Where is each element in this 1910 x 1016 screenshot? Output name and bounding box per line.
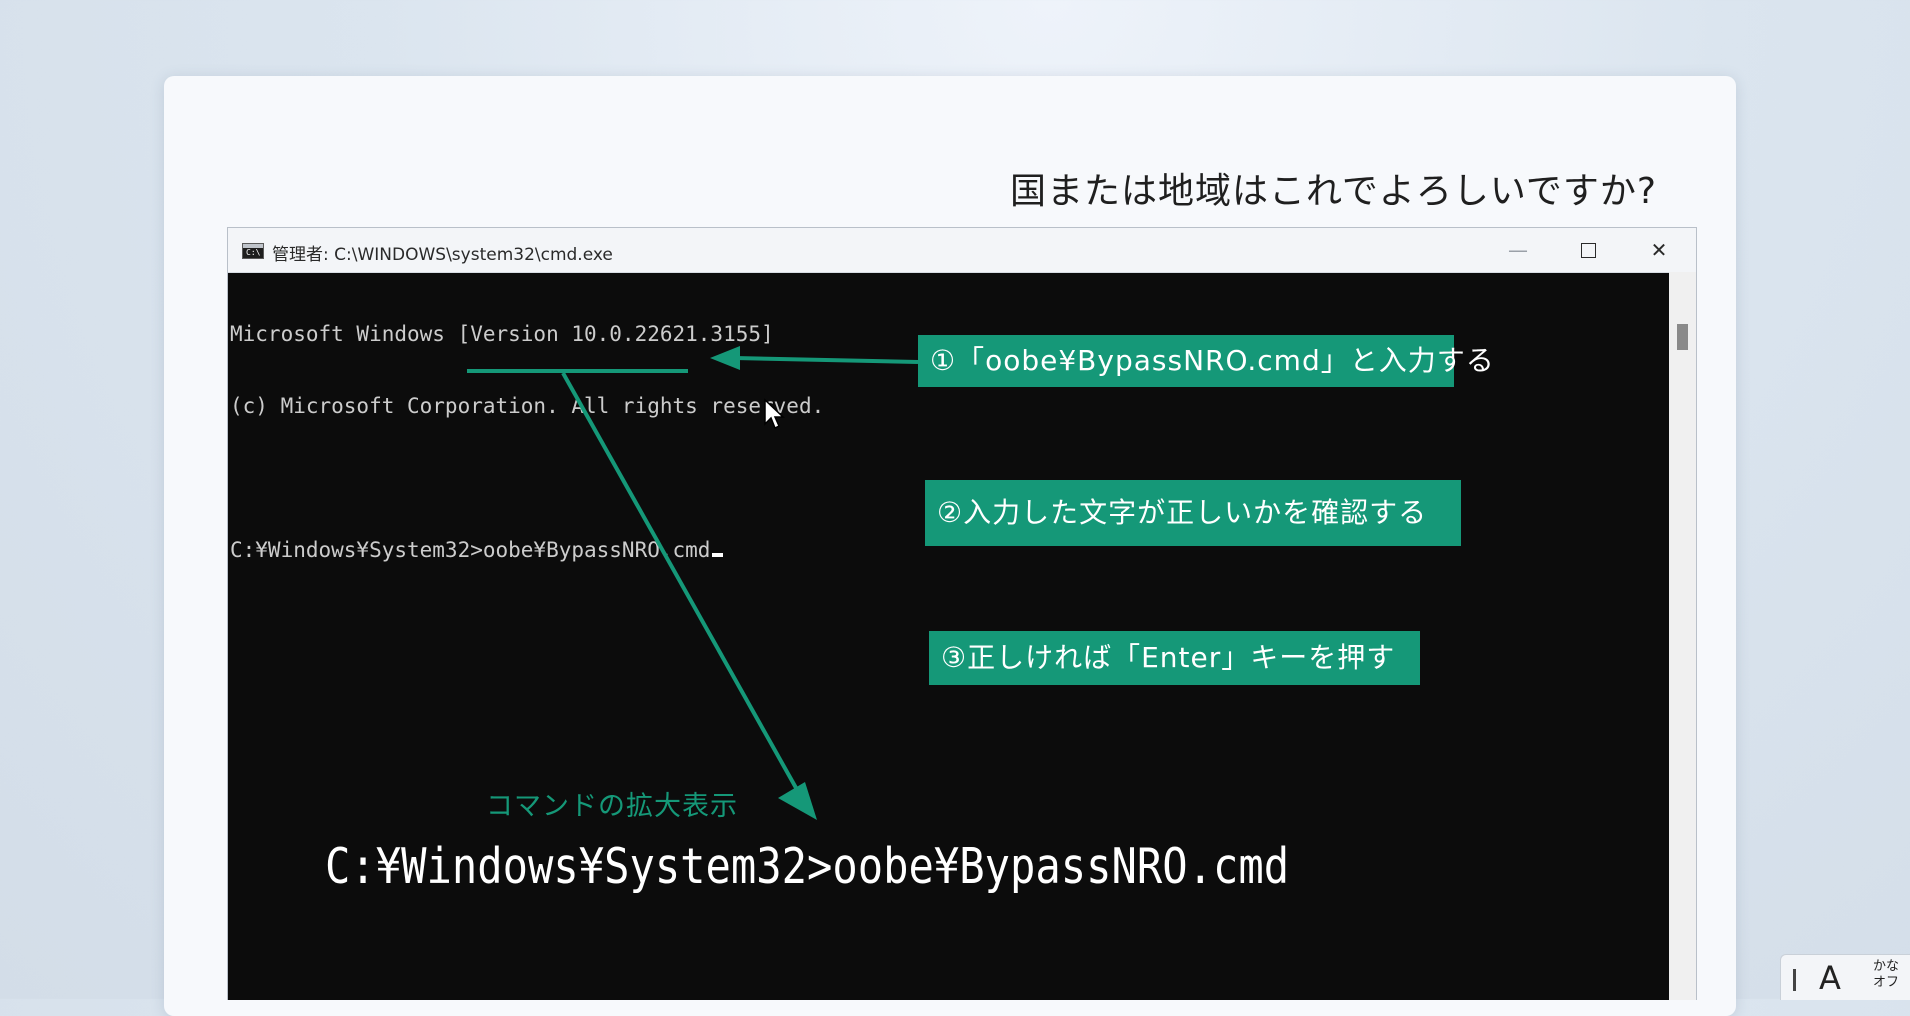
mouse-pointer-icon: [764, 398, 785, 430]
ime-grip-icon[interactable]: [1793, 969, 1796, 991]
ime-kana-toggle[interactable]: かな オフ: [1871, 959, 1901, 991]
zoom-command: C:¥Windows¥System32>oobe¥BypassNRO.cmd: [325, 838, 1290, 895]
ime-indicator[interactable]: A かな オフ: [1780, 954, 1910, 1000]
callout-step-1: ①「oobe¥BypassNRO.cmd」と入力する: [918, 335, 1494, 387]
callout-step-3: ③正しければ「Enter」キーを押す: [929, 631, 1420, 685]
arrow-to-zoom-head: [778, 782, 817, 820]
ime-kana-bottom: オフ: [1872, 975, 1899, 990]
callout-step-2: ②入力した文字が正しいかを確認する: [925, 480, 1461, 546]
zoom-label: コマンドの拡大表示: [486, 791, 738, 822]
arrow-to-zoom-line: [561, 372, 802, 796]
ime-mode[interactable]: A: [1819, 959, 1841, 997]
ime-kana-top: かな: [1872, 959, 1899, 974]
arrow-to-command-head: [710, 346, 740, 370]
arrow-to-command-line: [734, 356, 919, 364]
